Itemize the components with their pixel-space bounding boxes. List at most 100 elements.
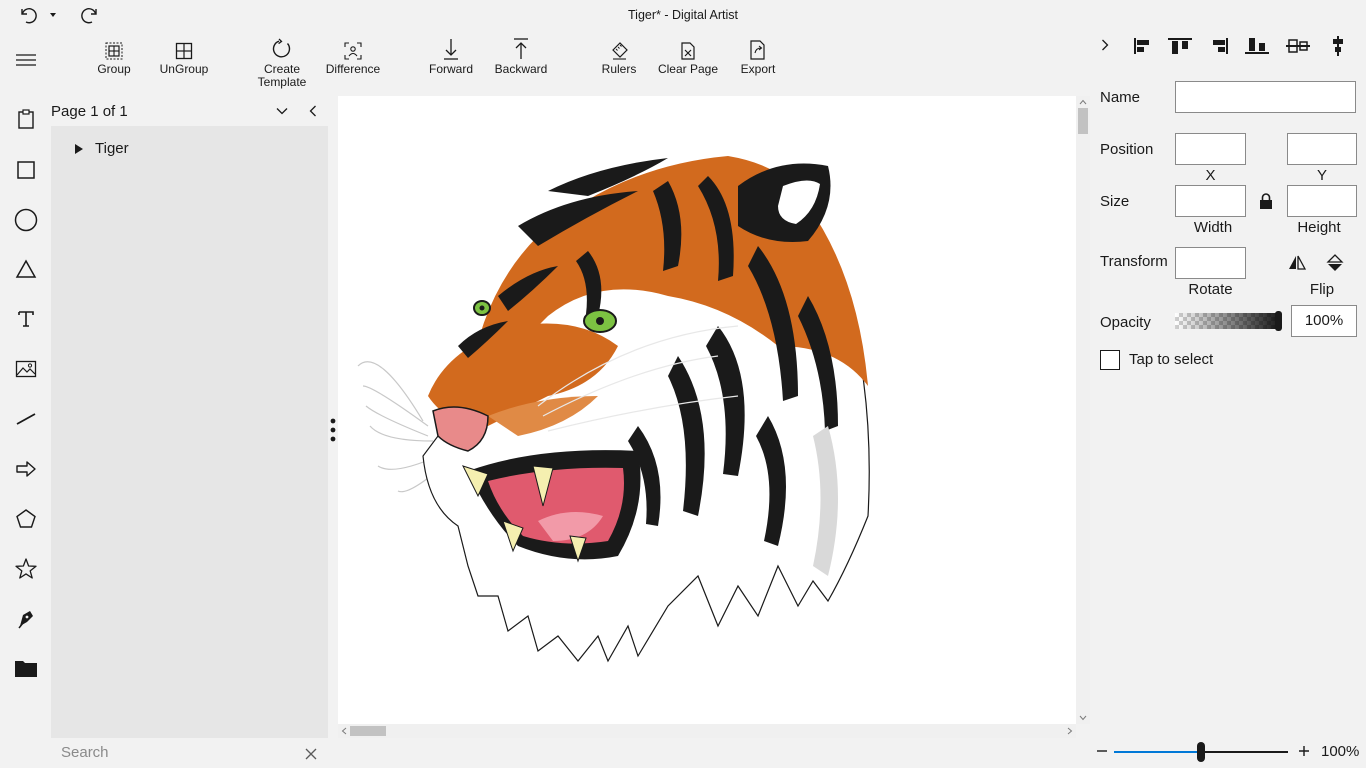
align-center-vertical-button[interactable] [1286,36,1310,56]
pen-tool[interactable] [0,599,51,639]
align-top-icon [1168,38,1192,54]
opacity-label: Opacity [1100,314,1151,331]
vertical-scrollbar[interactable] [1076,96,1090,724]
flip-vertical-icon [1326,254,1344,271]
zoom-level-label: 100% [1321,743,1360,760]
tap-to-select-checkbox[interactable] [1100,350,1120,370]
backward-button[interactable]: Backward [490,38,552,76]
export-icon [750,40,765,60]
scroll-left-icon [341,727,347,735]
zoom-in-button[interactable] [1298,744,1312,758]
width-label: Width [1193,219,1233,236]
position-y-field[interactable] [1287,133,1357,165]
scroll-right-icon [1067,727,1073,735]
position-x-field[interactable] [1175,133,1246,165]
ellipse-tool[interactable] [0,200,51,240]
canvas-area [328,96,1090,738]
hamburger-icon [15,54,36,66]
minus-icon [1097,750,1107,752]
page-dropdown-button[interactable] [275,104,291,120]
group-button[interactable]: Group [89,38,139,76]
opacity-field[interactable]: 100% [1291,305,1357,337]
clear-page-button[interactable]: Clear Page [656,38,720,76]
open-folder-button[interactable] [0,648,51,688]
transform-label: Transform [1100,253,1168,270]
flip-horizontal-button[interactable] [1288,254,1307,272]
clear-page-icon [681,42,695,60]
ungroup-button[interactable]: UnGroup [155,38,213,76]
difference-icon [344,42,362,60]
scroll-up-icon [1079,99,1087,105]
scroll-down-icon [1079,715,1087,721]
search-input[interactable]: Search [61,744,109,761]
triangle-icon [15,259,36,278]
properties-panel: Name Position X Y Size Width Height Tran… [1090,0,1366,768]
rectangle-tool[interactable] [0,150,51,190]
image-tool[interactable] [0,349,51,389]
align-bottom-icon [1245,38,1269,54]
lock-icon [1260,193,1272,209]
align-center-horizontal-button[interactable] [1326,36,1350,56]
create-template-button[interactable]: Create Template [251,38,313,89]
expand-panel-button[interactable] [1098,38,1114,54]
image-icon [15,360,36,378]
triangle-tool[interactable] [0,249,51,289]
rotate-field[interactable] [1175,247,1246,279]
ungroup-icon [175,42,193,60]
horizontal-scroll-thumb[interactable] [350,726,386,736]
star-tool[interactable] [0,549,51,589]
align-right-icon [1213,38,1228,54]
pentagon-tool[interactable] [0,499,51,539]
flip-vertical-button[interactable] [1326,254,1344,272]
ungroup-label: UnGroup [159,62,209,76]
opacity-slider-thumb[interactable] [1275,311,1282,331]
drawing-canvas[interactable] [338,96,1076,724]
backward-label: Backward [494,62,548,76]
line-icon [16,413,35,425]
clear-search-button[interactable] [305,747,319,761]
ruler-icon [612,42,628,60]
vertical-scroll-thumb[interactable] [1078,108,1088,134]
line-tool[interactable] [0,399,51,439]
width-field[interactable] [1175,185,1246,217]
tool-rail [0,30,51,768]
pentagon-icon [15,509,36,528]
name-field[interactable] [1175,81,1356,113]
redo-button[interactable] [78,0,104,30]
text-tool[interactable] [0,299,51,339]
close-icon [305,748,317,760]
align-right-button[interactable] [1208,36,1232,56]
align-top-button[interactable] [1168,36,1192,56]
align-left-button[interactable] [1130,36,1154,56]
opacity-slider[interactable] [1175,311,1282,331]
layer-tree-item[interactable]: Tiger [75,140,129,157]
group-icon [105,42,123,60]
undo-button[interactable] [14,0,40,30]
undo-history-dropdown[interactable] [44,0,62,30]
zoom-slider-thumb[interactable] [1197,742,1205,762]
tap-to-select-label: Tap to select [1129,351,1214,368]
chevron-right-icon [1102,39,1109,51]
y-label: Y [1316,167,1327,184]
export-button[interactable]: Export [734,38,782,76]
horizontal-scrollbar[interactable] [338,724,1076,738]
expand-triangle-icon[interactable] [75,143,83,154]
collapse-panel-button[interactable] [306,104,322,120]
difference-button[interactable]: Difference [321,38,385,76]
hamburger-menu-button[interactable] [0,40,51,80]
difference-label: Difference [325,62,381,76]
height-label: Height [1297,219,1341,236]
forward-button[interactable]: Forward [423,38,479,76]
panel-resize-handle[interactable] [328,416,338,446]
aspect-lock-button[interactable] [1258,192,1276,210]
group-label: Group [97,62,131,76]
height-field[interactable] [1287,185,1357,217]
align-bottom-button[interactable] [1245,36,1269,56]
arrow-down-to-line-icon [444,39,458,60]
rulers-button[interactable]: Rulers [594,38,644,76]
clear-page-label: Clear Page [657,62,719,76]
zoom-out-button[interactable] [1096,744,1110,758]
zoom-slider[interactable] [1114,742,1288,762]
arrow-tool[interactable] [0,449,51,489]
clipboard-tool[interactable] [0,99,51,139]
